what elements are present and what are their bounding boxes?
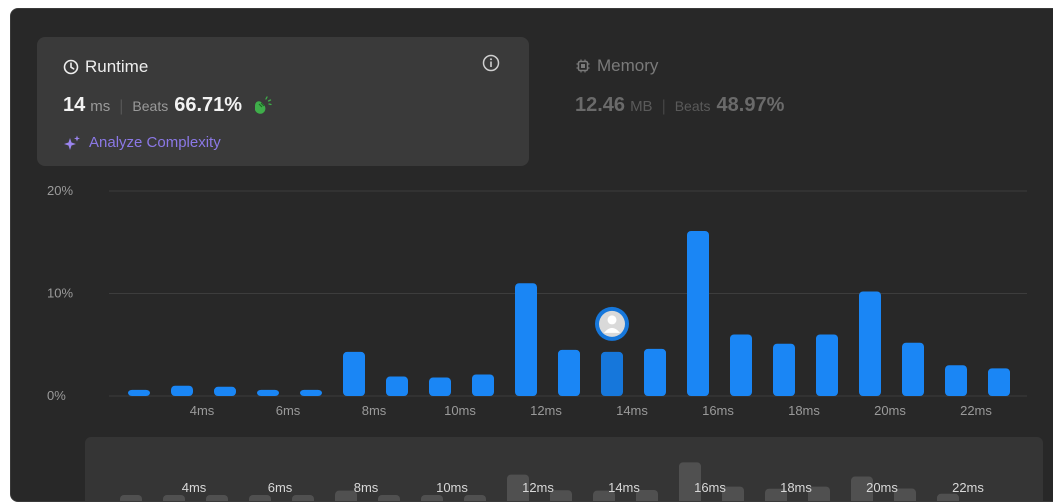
- runtime-bar[interactable]: [515, 283, 537, 396]
- x-tick-label: 8ms: [362, 403, 387, 418]
- overview-bar: [206, 495, 228, 501]
- runtime-bar[interactable]: [214, 386, 236, 396]
- runtime-bar[interactable]: [300, 389, 322, 396]
- runtime-bar[interactable]: [902, 342, 924, 396]
- overview-tick-label: 16ms: [694, 480, 726, 495]
- x-tick-label: 10ms: [444, 403, 476, 418]
- runtime-bar[interactable]: [128, 389, 150, 396]
- runtime-distribution-chart[interactable]: 0% 10% 20% 4ms 6ms 8ms 10ms 12ms 14ms 16ms 18ms 20m…: [11, 9, 1053, 437]
- y-tick-label: 0%: [47, 388, 66, 403]
- brush-overview[interactable]: 4ms 6ms 8ms 10ms 12ms 14ms 16ms 18ms 20ms 22ms: [85, 437, 1043, 501]
- current-runtime-bar[interactable]: [601, 351, 623, 396]
- runtime-bar[interactable]: [644, 348, 666, 396]
- overview-tick-label: 10ms: [436, 480, 468, 495]
- x-tick-label: 16ms: [702, 403, 734, 418]
- overview-tick-label: 14ms: [608, 480, 640, 495]
- runtime-bar[interactable]: [687, 230, 709, 396]
- runtime-bar[interactable]: [171, 385, 193, 396]
- x-tick-label: 14ms: [616, 403, 648, 418]
- overview-tick-label: 6ms: [268, 480, 293, 495]
- overview-tick-label: 22ms: [952, 480, 984, 495]
- overview-bar: [421, 495, 443, 501]
- y-tick-label: 20%: [47, 183, 73, 198]
- runtime-bar[interactable]: [816, 334, 838, 397]
- runtime-bar[interactable]: [429, 377, 451, 396]
- runtime-bar[interactable]: [343, 351, 365, 396]
- overview-bar: [120, 495, 142, 501]
- overview-bar: [378, 495, 400, 501]
- runtime-bar[interactable]: [988, 368, 1010, 396]
- x-tick-label: 22ms: [960, 403, 992, 418]
- x-tick-label: 20ms: [874, 403, 906, 418]
- submission-panel: Runtime 14 ms | Beats 66.71% Analyze Com…: [10, 8, 1053, 502]
- overview-tick-label: 8ms: [354, 480, 379, 495]
- overview-tick-label: 12ms: [522, 480, 554, 495]
- overview-bar: [464, 495, 486, 501]
- runtime-bar[interactable]: [859, 291, 881, 396]
- overview-tick-label: 18ms: [780, 480, 812, 495]
- runtime-bar[interactable]: [730, 334, 752, 397]
- overview-tick-label: 4ms: [182, 480, 207, 495]
- overview-bar: [292, 495, 314, 501]
- runtime-bar[interactable]: [558, 349, 580, 396]
- avatar-icon: [595, 306, 629, 341]
- overview-bar: [163, 495, 185, 501]
- x-tick-label: 18ms: [788, 403, 820, 418]
- y-tick-label: 10%: [47, 286, 73, 301]
- runtime-bar[interactable]: [773, 343, 795, 396]
- runtime-bar[interactable]: [257, 389, 279, 396]
- runtime-bar[interactable]: [945, 365, 967, 396]
- overview-tick-label: 20ms: [866, 480, 898, 495]
- runtime-bar[interactable]: [472, 374, 494, 396]
- x-tick-label: 4ms: [190, 403, 215, 418]
- x-tick-label: 6ms: [276, 403, 301, 418]
- overview-bar: [249, 495, 271, 501]
- x-tick-label: 12ms: [530, 403, 562, 418]
- chart-range-brush[interactable]: 4ms 6ms 8ms 10ms 12ms 14ms 16ms 18ms 20ms 22ms: [85, 437, 1043, 501]
- runtime-bar[interactable]: [386, 376, 408, 396]
